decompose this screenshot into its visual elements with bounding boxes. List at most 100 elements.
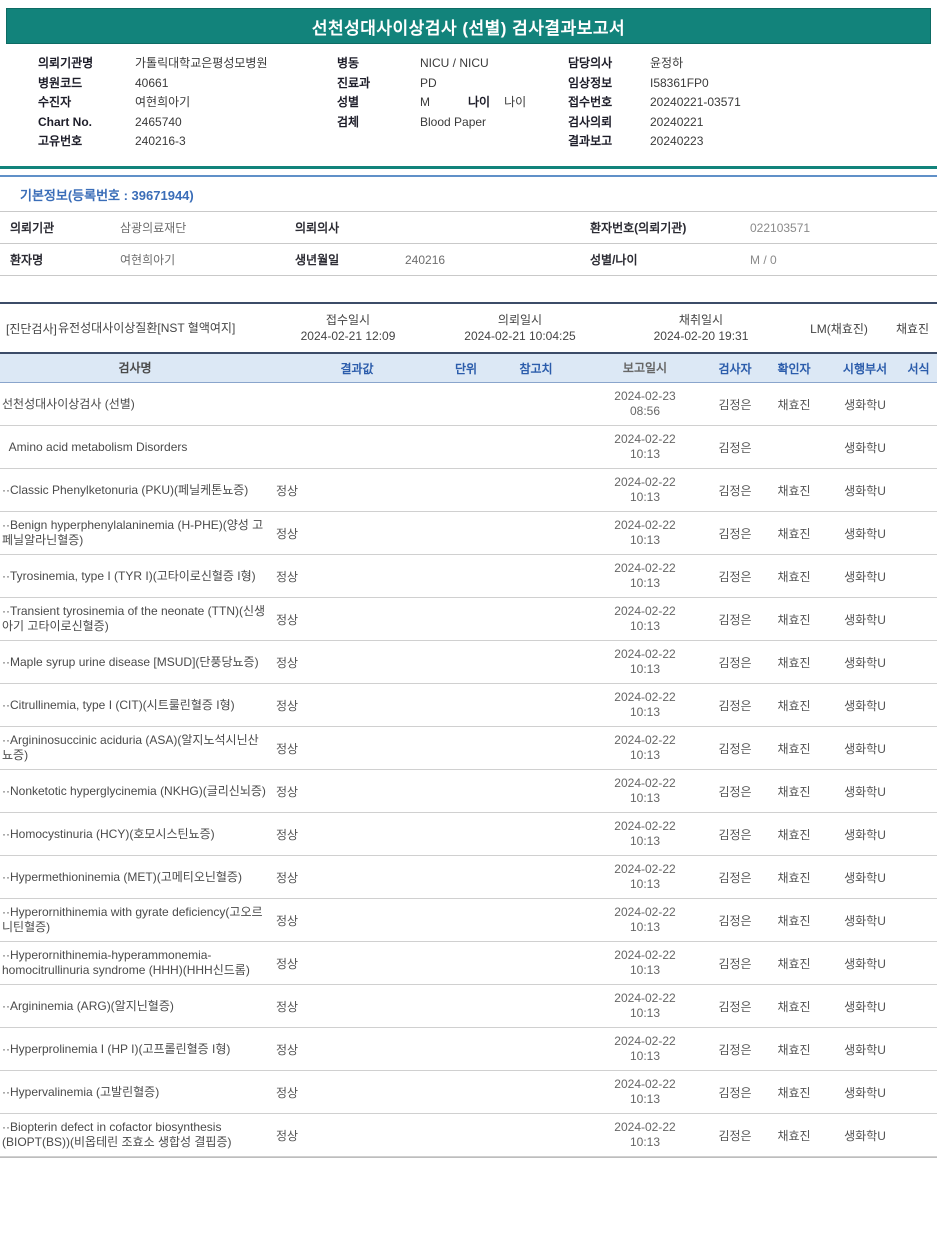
result-confirmer: 채효진 [777,1128,811,1143]
field-value: 20240221 [650,114,704,129]
result-confirmer: 채효진 [777,999,811,1014]
result-value: 정상 [276,1042,299,1057]
result-tester: 김정은 [718,741,752,756]
result-value: 정상 [276,784,299,799]
result-reported-date: 2024-02-22 [614,1120,676,1134]
result-value: 정상 [276,827,299,842]
result-tester: 김정은 [718,784,752,799]
patient-header-field: 병원코드 40661 [38,74,267,94]
result-reported-time: 10:13 [629,533,661,547]
patient-header-field: 담당의사 윤정하 [568,54,741,74]
patient-header-left-column: 의뢰기관명 가톨릭대학교은평성모병원 병원코드 40661 수진자 여현희아기 … [38,54,267,152]
basic-info-title: 기본정보(등록번호 : 39671944) [20,188,194,203]
patient-header-right-column: 담당의사 윤정하 임상정보 I58361FP0 접수번호 20240221-03… [568,54,741,152]
result-tester: 김정은 [718,698,752,713]
field-value: PD [420,75,437,90]
result-value: 정상 [276,1085,299,1100]
result-reported: 2024-02-22 10:13 [578,862,712,892]
field-label: 검사의뢰 [568,114,613,129]
result-tester: 김정은 [718,956,752,971]
result-tester: 김정은 [718,483,752,498]
result-reported: 2024-02-22 10:13 [578,991,712,1021]
field-value: 2465740 [135,114,182,129]
result-tester: 김정은 [718,1128,752,1143]
results-table-body: 선천성대사이상검사 (선별) 2024-02-23 08:56 김정은 채효진 … [0,383,937,1158]
field-label: Chart No. [38,114,92,129]
result-test-name: ··Nonketotic hyperglycinemia (NKHG)(글리신뇌… [2,783,266,798]
patient-header-field: 결과보고 20240223 [568,132,741,152]
basic-info-value: 여현희아기 [120,253,176,267]
result-row: ··Argininemia (ARG)(알지닌혈증) 정상 2024-02-22… [0,985,937,1028]
field-value: 20240223 [650,134,704,148]
result-reported-date: 2024-02-22 [614,518,676,532]
result-tester: 김정은 [718,999,752,1014]
result-row: ··Argininosuccinic aciduria (ASA)(알지노석시닌… [0,727,937,770]
result-reported-date: 2024-02-22 [614,1077,676,1091]
field-label-secondary: 나이 [468,95,491,109]
report-title-bar: 선천성대사이상검사 (선별) 검사결과보고서 [6,8,931,44]
basic-info-label: 의뢰의사 [295,221,340,235]
patient-header-field: Chart No. 2465740 [38,113,267,133]
result-reported: 2024-02-22 10:13 [578,432,712,462]
result-reported-date: 2024-02-22 [614,690,676,704]
result-value: 정상 [276,655,299,670]
basic-info-value: 삼광의료재단 [120,221,187,235]
result-test-name: ··Hyperornithinemia with gyrate deficien… [2,905,263,934]
result-value: 정상 [276,870,299,885]
field-label: 수진자 [38,95,72,109]
result-reported-date: 2024-02-22 [614,776,676,790]
result-department: 생화학U [844,397,886,412]
result-department: 생화학U [844,1042,886,1057]
result-test-name: ··Benign hyperphenylalaninemia (H-PHE)(양… [2,518,264,547]
header-reported: 보고일시 [622,360,668,375]
result-tester: 김정은 [718,827,752,842]
result-reported-time: 10:13 [629,791,661,805]
patient-header-field: 진료과 PD [337,74,552,94]
result-department: 생화학U [844,827,886,842]
field-label: 의뢰기관명 [38,56,94,70]
result-reported-date: 2024-02-22 [614,733,676,747]
basic-info-value: 022103571 [750,220,811,235]
result-reported: 2024-02-22 10:13 [578,518,712,548]
result-confirmer: 채효진 [777,913,811,928]
result-reported-time: 10:13 [629,748,661,762]
result-confirmer: 채효진 [777,1085,811,1100]
result-department: 생화학U [844,698,886,713]
collector: LM(채효진) [810,321,868,336]
patient-header-field: 의뢰기관명 가톨릭대학교은평성모병원 [38,54,267,74]
patient-header-field: 병동 NICU / NICU [337,54,552,74]
result-reported: 2024-02-22 10:13 [578,604,712,634]
basic-info-value: M / 0 [750,252,777,267]
basic-info-value: 240216 [405,252,446,267]
result-row: ··Nonketotic hyperglycinemia (NKHG)(글리신뇌… [0,770,937,813]
request-datetime-label: 의뢰일시 [497,313,543,327]
field-value: 240216-3 [135,134,186,148]
request-datetime: 의뢰일시 2024-02-21 10:04:25 [428,312,612,344]
result-row: ··Hyperornithinemia-hyperammonemia-homoc… [0,942,937,985]
result-department: 생화학U [844,870,886,885]
field-label: 결과보고 [568,134,613,148]
header-form: 서식 [907,361,930,376]
result-test-name: ··Classic Phenylketonuria (PKU)(페닐케톤뇨증) [2,482,249,497]
teal-divider [0,166,937,169]
header-test-name: 검사명 [118,360,152,375]
patient-header-field: 임상정보 I58361FP0 [568,74,741,94]
result-reported-date: 2024-02-22 [614,862,676,876]
results-table: 검사명 결과값 단위 참고치 보고일시 검사자 확인자 시행부서 서식 선천성대… [0,352,937,1158]
result-tester: 김정은 [718,526,752,541]
basic-info-label: 성별/나이 [590,253,638,267]
field-label: 담당의사 [568,56,613,70]
result-row: ··Citrullinemia, type I (CIT)(시트룰린혈증 I형)… [0,684,937,727]
result-row: ··Maple syrup urine disease [MSUD](단풍당뇨증… [0,641,937,684]
collection-datetime-label: 채취일시 [678,313,724,327]
result-confirmer: 채효진 [777,397,811,412]
result-reported-time: 10:13 [629,877,661,891]
result-department: 생화학U [844,913,886,928]
result-confirmer: 채효진 [777,870,811,885]
result-reported: 2024-02-22 10:13 [578,948,712,978]
result-tester: 김정은 [718,569,752,584]
result-department: 생화학U [844,483,886,498]
result-test-name: ··Maple syrup urine disease [MSUD](단풍당뇨증… [2,654,259,669]
result-reported: 2024-02-22 10:13 [578,561,712,591]
field-value: M [420,95,430,109]
